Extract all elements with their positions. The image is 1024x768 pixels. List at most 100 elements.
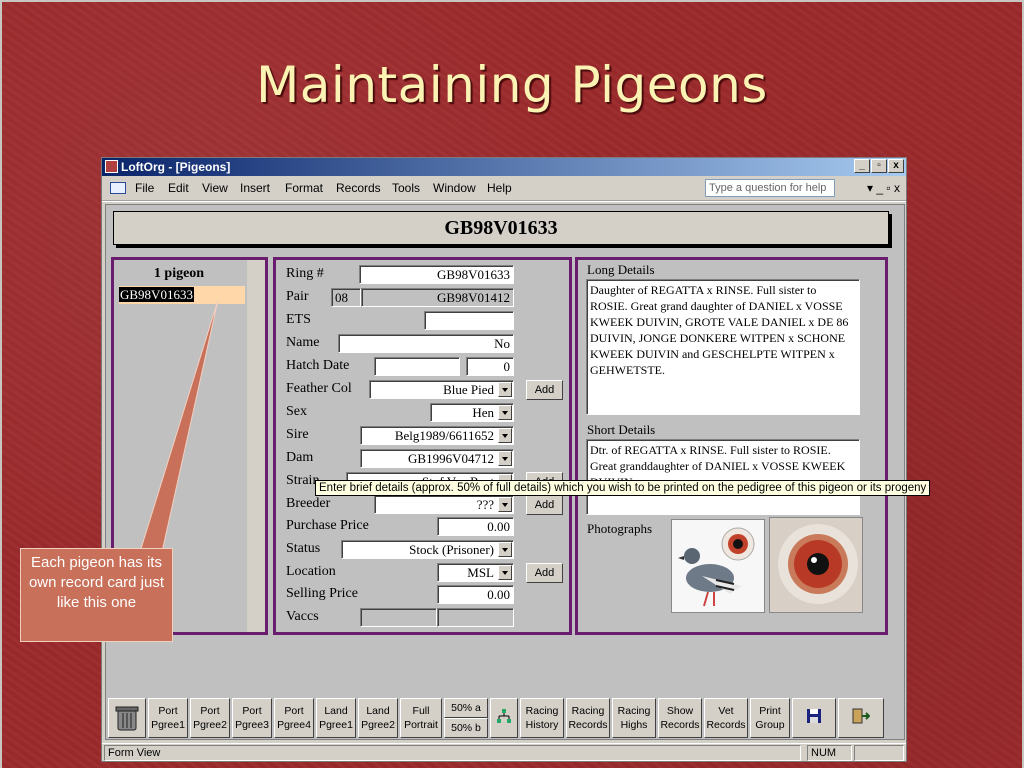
fifty-percent-b-button[interactable]: 50% b xyxy=(444,718,488,738)
menu-help[interactable]: Help xyxy=(487,177,512,199)
chevron-down-icon[interactable] xyxy=(498,405,512,420)
racing-records-button[interactable]: Racing Records xyxy=(566,698,610,738)
pigeon-eye-photo[interactable] xyxy=(769,517,863,613)
menu-records[interactable]: Records xyxy=(336,177,381,199)
menu-view[interactable]: View xyxy=(202,177,228,199)
ask-question-input[interactable]: Type a question for help xyxy=(705,179,835,197)
show-records-button[interactable]: Show Records xyxy=(658,698,702,738)
photographs-label: Photographs xyxy=(587,521,652,536)
location-label: Location xyxy=(286,564,336,579)
vet-records-button[interactable]: Vet Records xyxy=(704,698,748,738)
pigeon-details-panel: Ring # GB98V01633 Pair 08 GB98V01412 ETS… xyxy=(273,257,572,635)
status-cell-empty xyxy=(854,745,904,761)
location-select[interactable]: MSL xyxy=(437,563,514,582)
restore-button[interactable]: ▫ xyxy=(871,159,887,173)
breeder-label: Breeder xyxy=(286,496,331,511)
ets-field[interactable] xyxy=(424,311,514,330)
port-pgree2-button[interactable]: Port Pgree2 xyxy=(190,698,230,738)
minimize-button[interactable]: _ xyxy=(854,159,870,173)
pigeon-photo[interactable] xyxy=(671,519,765,613)
menu-file[interactable]: File xyxy=(135,177,154,199)
vaccs-field-2[interactable] xyxy=(437,608,514,627)
exit-door-icon xyxy=(852,708,871,724)
racing-history-button[interactable]: Racing History xyxy=(520,698,564,738)
racing-highs-button[interactable]: Racing Highs xyxy=(612,698,656,738)
pigeon-image xyxy=(672,520,764,612)
save-button[interactable] xyxy=(792,698,836,738)
long-details-field[interactable]: Daughter of REGATTA x RINSE. Full sister… xyxy=(586,279,860,415)
status-label: Status xyxy=(286,541,321,556)
pigeon-list-item[interactable]: GB98V01633 xyxy=(119,286,245,304)
chevron-down-icon[interactable] xyxy=(498,428,512,443)
port-pgree1-button[interactable]: Port Pgree1 xyxy=(148,698,188,738)
app-icon xyxy=(105,160,118,173)
long-details-label: Long Details xyxy=(587,262,655,277)
pair-label: Pair xyxy=(286,289,309,304)
sire-select[interactable]: Belg1989/6611652 xyxy=(360,426,514,445)
short-details-label: Short Details xyxy=(587,422,656,437)
short-details-tooltip: Enter brief details (approx. 50% of full… xyxy=(315,480,931,496)
ring-field[interactable]: GB98V01633 xyxy=(359,265,514,284)
selling-price-field[interactable]: 0.00 xyxy=(437,585,514,604)
pedigree-tree-button[interactable] xyxy=(490,698,518,738)
pigeon-count: 1 pigeon xyxy=(153,266,205,281)
purchase-price-field[interactable]: 0.00 xyxy=(437,517,514,536)
menu-window[interactable]: Window xyxy=(433,177,476,199)
list-scrollbar[interactable] xyxy=(247,260,265,632)
add-feather-button[interactable]: Add xyxy=(526,380,563,400)
access-window: LoftOrg - [Pigeons] _ ▫ x File Edit View… xyxy=(101,157,907,762)
chevron-down-icon[interactable] xyxy=(498,382,512,397)
num-lock-indicator: NUM xyxy=(807,745,852,761)
name-field[interactable]: No xyxy=(338,334,514,353)
slide-title: Maintaining Pigeons xyxy=(256,56,768,114)
fifty-percent-a-button[interactable]: 50% a xyxy=(444,698,488,718)
add-breeder-button[interactable]: Add xyxy=(526,495,563,515)
vaccs-label: Vaccs xyxy=(286,609,319,624)
feather-colour-select[interactable]: Blue Pied xyxy=(369,380,514,399)
port-pgree4-button[interactable]: Port Pgree4 xyxy=(274,698,314,738)
breeder-select[interactable]: ??? xyxy=(374,495,514,514)
chevron-down-icon[interactable] xyxy=(498,565,512,580)
print-group-button[interactable]: Print Group xyxy=(750,698,790,738)
details-panel: Long Details Daughter of REGATTA x RINSE… xyxy=(575,257,888,635)
record-header: GB98V01633 xyxy=(113,211,889,245)
status-text: Form View xyxy=(104,745,801,761)
form-icon[interactable] xyxy=(110,182,126,194)
selling-price-label: Selling Price xyxy=(286,586,358,601)
land-pgree1-button[interactable]: Land Pgree1 xyxy=(316,698,356,738)
chevron-down-icon[interactable] xyxy=(498,451,512,466)
menu-format[interactable]: Format xyxy=(285,177,323,199)
sex-select[interactable]: Hen xyxy=(430,403,514,422)
window-title: LoftOrg - [Pigeons] xyxy=(121,160,231,174)
tree-icon xyxy=(497,709,511,723)
hatch-number-field[interactable]: 0 xyxy=(466,357,514,376)
status-select[interactable]: Stock (Prisoner) xyxy=(341,540,514,559)
name-label: Name xyxy=(286,335,320,350)
child-window-controls[interactable]: ▾ _ ▫ x xyxy=(867,177,900,199)
status-bar: Form View NUM xyxy=(102,743,906,761)
port-pgree3-button[interactable]: Port Pgree3 xyxy=(232,698,272,738)
dam-select[interactable]: GB1996V04712 xyxy=(360,449,514,468)
chevron-down-icon[interactable] xyxy=(498,497,512,512)
short-details-field[interactable]: Dtr. of REGATTA x RINSE. Full sister to … xyxy=(586,439,860,515)
sex-label: Sex xyxy=(286,404,307,419)
full-portrait-button[interactable]: Full Portrait xyxy=(400,698,442,738)
pair-number-field[interactable]: 08 xyxy=(331,288,361,307)
menu-tools[interactable]: Tools xyxy=(392,177,420,199)
land-pgree2-button[interactable]: Land Pgree2 xyxy=(358,698,398,738)
vaccs-field-1[interactable] xyxy=(360,608,437,627)
delete-record-button[interactable] xyxy=(108,698,146,738)
hatch-date-field[interactable] xyxy=(374,357,460,376)
pair-field[interactable]: GB98V01412 xyxy=(361,288,514,307)
menu-edit[interactable]: Edit xyxy=(168,177,189,199)
chevron-down-icon[interactable] xyxy=(498,542,512,557)
dam-label: Dam xyxy=(286,450,314,465)
trash-icon xyxy=(115,706,139,731)
menu-insert[interactable]: Insert xyxy=(240,177,270,199)
add-location-button[interactable]: Add xyxy=(526,563,563,583)
exit-button[interactable] xyxy=(838,698,884,738)
close-button[interactable]: x xyxy=(888,159,904,173)
ets-label: ETS xyxy=(286,312,311,327)
slide-top-border xyxy=(0,0,1024,2)
slide-left-border xyxy=(0,0,2,768)
